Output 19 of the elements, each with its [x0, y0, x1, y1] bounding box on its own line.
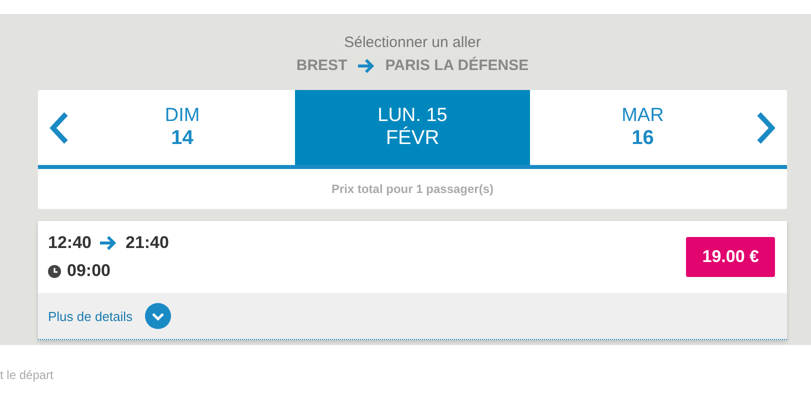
footer-text: t le départ	[0, 368, 54, 382]
clock-icon	[48, 264, 61, 278]
price-button[interactable]: 19.00 €	[686, 237, 775, 277]
price-note: Prix total pour 1 passager(s)	[331, 182, 494, 196]
arrow-icon	[357, 58, 376, 74]
origin-station: BREST	[296, 57, 348, 74]
chevron-left-icon[interactable]	[48, 110, 70, 144]
destination-station: PARIS LA DÉFENSE	[385, 57, 529, 74]
departure-time: 12:40	[48, 233, 92, 253]
details-link[interactable]: Plus de details	[48, 308, 133, 324]
date-tab[interactable]: MAR 16	[530, 90, 755, 165]
page-title: Sélectionner un aller	[343, 34, 482, 51]
chevron-right-icon[interactable]	[755, 110, 777, 144]
date-tab[interactable]: DIM 14	[70, 90, 295, 165]
date-tab[interactable]: LUN. 15 FÉVR	[294, 90, 530, 165]
chevron-down-icon[interactable]	[144, 303, 171, 329]
arrow-icon	[99, 235, 118, 251]
duration: 09:00	[67, 261, 110, 281]
arrival-time: 21:40	[125, 233, 169, 253]
